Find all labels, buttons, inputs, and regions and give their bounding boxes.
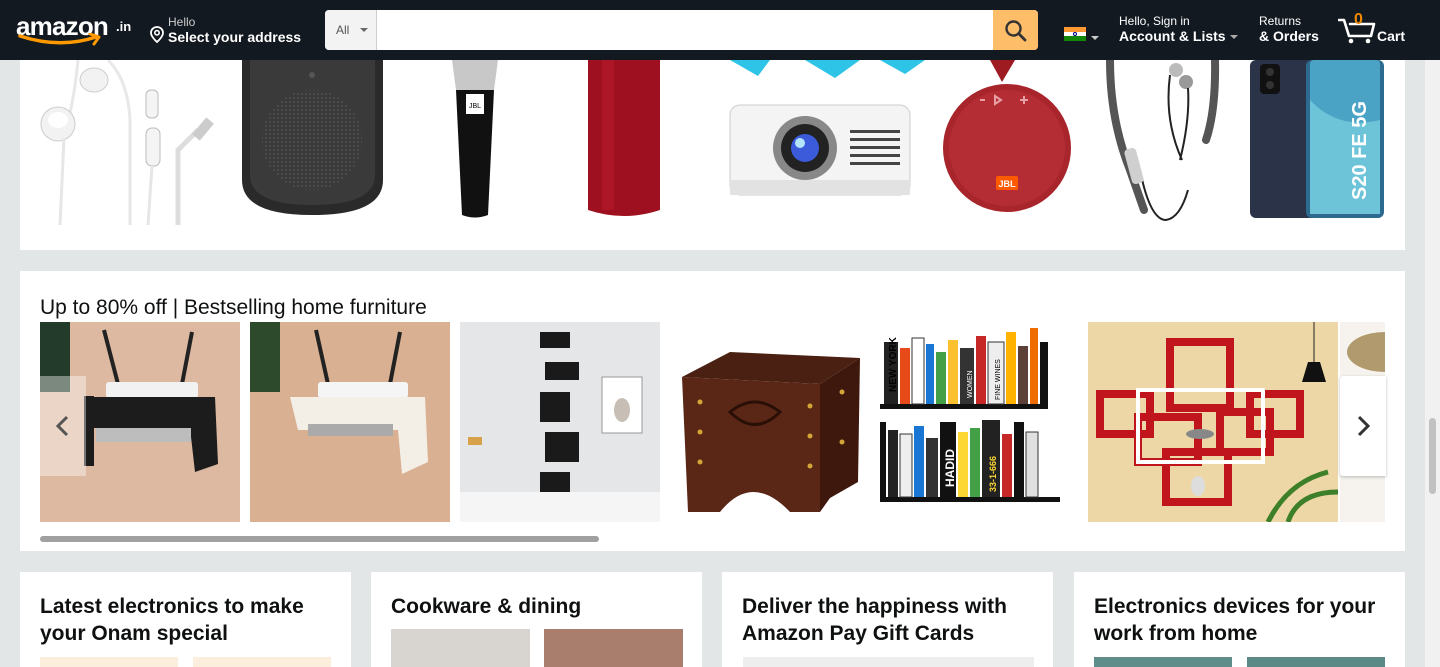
search-button[interactable] bbox=[993, 10, 1038, 50]
carousel-item-router-shelf-white[interactable] bbox=[250, 322, 450, 522]
grid-card-onam-electronics: Latest electronics to make your Onam spe… bbox=[20, 572, 351, 667]
search-bar: All bbox=[325, 10, 1038, 50]
cylinder-speaker-icon[interactable] bbox=[580, 60, 670, 220]
grid-card-thumbnail[interactable] bbox=[1094, 657, 1232, 667]
grid-card-thumbnail[interactable] bbox=[743, 657, 1034, 667]
grid-card-title[interactable]: Latest electronics to make your Onam spe… bbox=[40, 593, 335, 647]
search-input[interactable] bbox=[377, 10, 993, 50]
corner-wall-shelf-icon bbox=[460, 322, 660, 522]
svg-text:WOMEN: WOMEN bbox=[967, 370, 974, 398]
page-scrollbar-thumb[interactable] bbox=[1429, 418, 1436, 494]
logo-smile-icon bbox=[18, 33, 101, 46]
carousel-item-bookshelf[interactable]: NEW YORK FINE WINES WOMEN HADID 33-1-666 bbox=[880, 322, 1080, 522]
search-icon bbox=[1005, 20, 1027, 42]
carousel-item-side-table[interactable] bbox=[670, 322, 870, 522]
red-wall-shelf-icon bbox=[1088, 322, 1338, 522]
carousel-title[interactable]: Up to 80% off | Bestselling home furnitu… bbox=[40, 296, 427, 320]
language-chevron-icon[interactable] bbox=[1091, 36, 1099, 40]
top-nav-bar: amazon .in Hello Select your address All bbox=[0, 0, 1440, 60]
chevron-down-icon bbox=[360, 28, 368, 32]
returns-line2: & Orders bbox=[1259, 28, 1319, 44]
carousel-prev-button[interactable] bbox=[40, 376, 86, 476]
grid-card-title[interactable]: Electronics devices for your work from h… bbox=[1094, 593, 1389, 647]
search-category-label: All bbox=[336, 23, 350, 37]
wooden-side-table-icon bbox=[682, 352, 860, 512]
svg-text:NEW YORK: NEW YORK bbox=[888, 336, 899, 392]
jbl-speaker-icon[interactable]: JBL bbox=[940, 60, 1075, 225]
address-hello: Hello bbox=[168, 15, 196, 29]
grid-card-title[interactable]: Cookware & dining bbox=[391, 593, 686, 620]
language-flag-icon[interactable] bbox=[1064, 27, 1086, 41]
carousel-item-red-wall-shelf[interactable] bbox=[1088, 322, 1338, 522]
search-category-dropdown[interactable]: All bbox=[325, 10, 377, 50]
logo-tld: .in bbox=[116, 19, 132, 34]
chevron-left-icon bbox=[55, 415, 69, 437]
returns-line1: Returns bbox=[1259, 14, 1302, 28]
address-label: Select your address bbox=[168, 29, 302, 45]
location-pin-icon bbox=[150, 26, 164, 43]
wifi-router-shelf-white-icon bbox=[250, 322, 450, 522]
neckband-icon[interactable] bbox=[1100, 60, 1225, 225]
electronics-product-strip: JBL JBL S20 FE 5G bbox=[20, 60, 1405, 250]
account-and-lists[interactable]: Hello, Sign in Account & Lists bbox=[1119, 14, 1238, 44]
svg-text:JBL: JBL bbox=[469, 103, 481, 110]
svg-text:FINE WINES: FINE WINES bbox=[995, 359, 1002, 400]
svg-text:33-1-666: 33-1-666 bbox=[988, 456, 998, 492]
svg-text:HADID: HADID bbox=[943, 449, 957, 487]
grid-card-gift-cards: Deliver the happiness with Amazon Pay Gi… bbox=[722, 572, 1053, 667]
carousel-row: NEW YORK FINE WINES WOMEN HADID 33-1-666 bbox=[40, 322, 1385, 522]
account-label: Account & Lists bbox=[1119, 28, 1226, 44]
smartphone-icon[interactable]: S20 FE 5G bbox=[1248, 60, 1388, 222]
grid-card-wfh-electronics: Electronics devices for your work from h… bbox=[1074, 572, 1405, 667]
grid-card-title[interactable]: Deliver the happiness with Amazon Pay Gi… bbox=[742, 593, 1037, 647]
cart-count: 0 bbox=[1354, 11, 1363, 28]
grid-card-thumbnail[interactable] bbox=[1247, 657, 1385, 667]
carousel-scrollbar-thumb[interactable] bbox=[40, 536, 599, 542]
account-hello: Hello, Sign in bbox=[1119, 14, 1190, 28]
earphones-icon[interactable] bbox=[38, 60, 228, 225]
chevron-right-icon bbox=[1357, 415, 1371, 437]
projector-icon[interactable] bbox=[710, 60, 925, 225]
furniture-carousel-card: Up to 80% off | Bestselling home furnitu… bbox=[20, 271, 1405, 551]
chevron-down-icon bbox=[1229, 35, 1238, 40]
carousel-scrollbar[interactable] bbox=[40, 536, 1385, 542]
phone-model-label: S20 FE 5G bbox=[1349, 101, 1371, 200]
carousel-next-button[interactable] bbox=[1340, 376, 1386, 476]
cart-label: Cart bbox=[1377, 28, 1406, 44]
microphone-icon[interactable]: JBL bbox=[440, 60, 510, 220]
bookshelf-icon: NEW YORK FINE WINES WOMEN HADID 33-1-666 bbox=[880, 328, 1060, 502]
cart-button[interactable]: 0 Cart bbox=[1338, 10, 1408, 50]
carousel-item-corner-shelf[interactable] bbox=[460, 322, 660, 522]
grid-card-thumbnail[interactable] bbox=[544, 629, 683, 667]
page-scrollbar[interactable] bbox=[1425, 60, 1440, 667]
grid-card-thumbnail[interactable] bbox=[391, 629, 530, 667]
grid-card-thumbnail[interactable] bbox=[193, 657, 331, 667]
returns-and-orders[interactable]: Returns & Orders bbox=[1259, 14, 1319, 44]
amazon-logo[interactable]: amazon .in bbox=[16, 11, 134, 51]
bluetooth-speaker-icon[interactable] bbox=[240, 60, 385, 220]
svg-text:JBL: JBL bbox=[998, 179, 1016, 189]
grid-card-thumbnail[interactable] bbox=[40, 657, 178, 667]
